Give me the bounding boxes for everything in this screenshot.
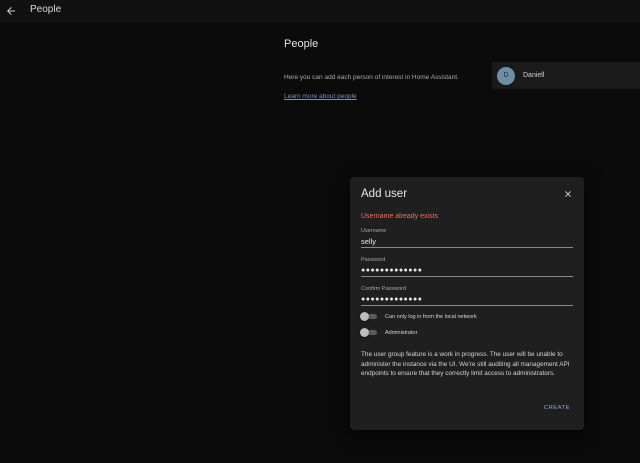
toggle-thumb [360, 312, 369, 321]
app-bar-title: People [30, 4, 62, 15]
toggle-thumb [360, 328, 369, 337]
intro-text: Here you can add each person of interest… [284, 74, 459, 81]
confirm-password-input[interactable] [361, 294, 573, 306]
local-only-toggle[interactable] [360, 312, 377, 321]
dialog-title: Add user [361, 188, 408, 200]
person-card[interactable]: D Daniell [492, 62, 640, 89]
app-bar: People [0, 0, 640, 23]
username-label: Username [361, 228, 387, 234]
password-field-group: Password [361, 257, 573, 277]
info-text: The user group feature is a work in prog… [361, 351, 570, 378]
local-only-toggle-row[interactable]: Can only log in from the local network [360, 312, 477, 321]
create-button[interactable]: CREATE [544, 405, 570, 411]
administrator-label: Administrator [385, 329, 418, 336]
administrator-toggle-row[interactable]: Administrator [360, 328, 418, 337]
username-field-group: Username [361, 228, 573, 248]
error-message: Username already exists [361, 213, 439, 220]
add-user-dialog: Add user Username already exists Usernam… [350, 177, 584, 430]
username-input[interactable] [361, 236, 573, 248]
screen: People People Here you can add each pers… [0, 0, 640, 463]
password-label: Password [361, 257, 386, 263]
learn-more-link[interactable]: Learn more about people [284, 93, 357, 100]
administrator-toggle[interactable] [360, 328, 377, 337]
person-name: Daniell [523, 72, 545, 79]
page-heading: People [284, 38, 319, 50]
arrow-left-icon[interactable] [2, 2, 20, 20]
close-icon[interactable] [562, 188, 574, 200]
password-input[interactable] [361, 265, 573, 277]
confirm-password-label: Confirm Password [361, 286, 406, 292]
confirm-password-field-group: Confirm Password [361, 286, 573, 306]
local-only-label: Can only log in from the local network [385, 313, 477, 320]
avatar: D [497, 66, 515, 85]
